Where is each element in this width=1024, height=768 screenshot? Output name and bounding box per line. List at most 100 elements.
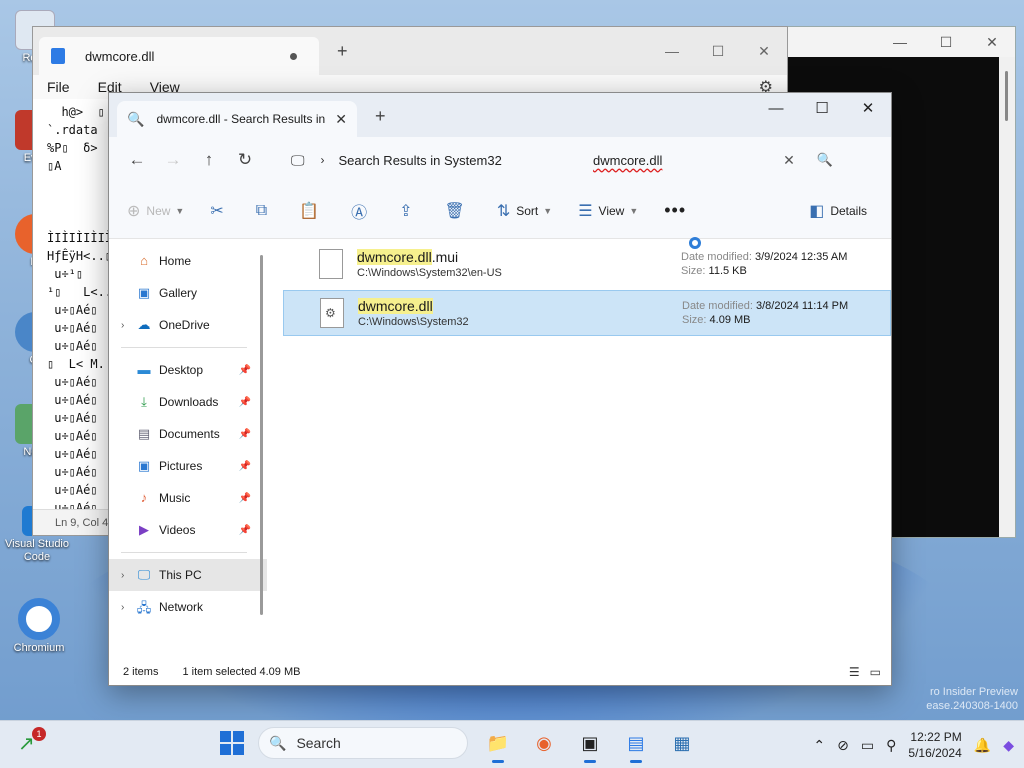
file-explorer-icon[interactable]: 📁 — [482, 727, 514, 763]
file-row-selected[interactable]: dwmcore.dll C:\Windows\System32 Date mod… — [283, 290, 891, 336]
chevron-up-icon[interactable]: ⌃ — [813, 737, 825, 754]
new-tab-icon[interactable]: + — [337, 41, 348, 62]
size-label: Size: — [682, 314, 707, 326]
maximize-icon[interactable]: ☐ — [923, 34, 969, 51]
file-list[interactable]: dwmcore.dll.mui C:\Windows\System32\en-U… — [267, 237, 891, 659]
desktop-icon-chromium[interactable]: Chromium — [4, 598, 74, 654]
clear-search-icon[interactable]: ✕ — [783, 152, 795, 169]
pin-icon[interactable]: 📌 — [239, 429, 251, 440]
pin-icon[interactable]: 📌 — [239, 493, 251, 504]
chevron-right-icon[interactable]: › — [121, 320, 135, 331]
search-highlight: dwmcore.dll — [357, 249, 432, 265]
share-button[interactable]: ⇪ — [399, 201, 418, 221]
notepad-icon[interactable]: ▤ — [620, 727, 652, 763]
scrollbar-thumb[interactable] — [1005, 71, 1008, 121]
display-icon[interactable]: ▭ — [861, 737, 874, 754]
terminal-icon[interactable]: ▣ — [574, 727, 606, 763]
copy-icon: ⧉ — [255, 201, 268, 219]
copilot-icon[interactable]: ◆ — [1003, 737, 1014, 754]
details-pane-button[interactable]: ◧ Details — [809, 201, 867, 221]
nav-item-documents[interactable]: ▤ Documents 📌 — [109, 418, 267, 450]
paste-button[interactable]: 📋 — [299, 201, 325, 221]
sort-button[interactable]: ⇅ Sort ▼ — [497, 201, 552, 221]
file-name: dwmcore.dll — [358, 298, 682, 314]
pin-icon[interactable]: 📌 — [239, 461, 251, 472]
pin-icon[interactable]: 📌 — [239, 397, 251, 408]
copy-button[interactable]: ⧉ — [256, 202, 273, 220]
chevron-right-icon[interactable]: › — [121, 602, 135, 613]
explorer-window[interactable]: 🔍 dwmcore.dll - Search Results in System… — [108, 92, 892, 686]
close-icon[interactable]: ✕ — [969, 34, 1015, 51]
close-tab-icon[interactable]: ✕ — [335, 111, 347, 128]
more-options-button[interactable]: ••• — [664, 200, 686, 221]
rename-button[interactable]: Ⓐ — [351, 199, 373, 223]
firefox-icon[interactable]: ◉ — [528, 727, 560, 759]
nav-item-home[interactable]: ⌂ Home — [109, 245, 267, 277]
maximize-icon[interactable]: ☐ — [799, 99, 845, 117]
minimize-icon[interactable]: — — [877, 34, 923, 50]
share-icon: ⇪ — [399, 202, 413, 220]
bell-icon[interactable]: 🔔 — [974, 737, 991, 754]
file-size: 4.09 MB — [709, 314, 751, 326]
minimize-icon[interactable]: — — [753, 100, 799, 117]
chevron-right-icon[interactable]: › — [321, 153, 325, 167]
explorer-tab[interactable]: 🔍 dwmcore.dll - Search Results in System… — [117, 101, 357, 137]
pin-icon[interactable]: 📌 — [239, 365, 251, 376]
unsaved-dot-icon[interactable] — [290, 52, 297, 60]
back-arrow-icon[interactable]: ← — [119, 150, 155, 170]
pin-icon[interactable]: 📌 — [239, 525, 251, 536]
app-icon[interactable]: ▦ — [666, 727, 698, 759]
system-tray: ⌃ ⊘ ▭ ⚲ 12:22 PM 5/16/2024 🔔 ◆ — [813, 721, 1024, 768]
taskbar-search[interactable]: 🔍 Search — [258, 727, 468, 759]
desktop-icon-label: Visual Studio Code — [4, 538, 69, 563]
file-names: dwmcore.dll C:\Windows\System32 — [358, 298, 682, 328]
new-tab-icon[interactable]: + — [375, 106, 386, 127]
search-icon[interactable]: 🔍 — [817, 152, 833, 168]
forward-arrow-icon[interactable]: → — [155, 150, 191, 170]
chevron-right-icon[interactable]: › — [121, 570, 135, 581]
nav-item-onedrive[interactable]: › ☁ OneDrive — [109, 309, 267, 341]
up-arrow-icon[interactable]: ↑ — [191, 150, 227, 170]
terminal-scrollbar[interactable] — [999, 57, 1015, 537]
nav-item-desktop[interactable]: ▬ Desktop 📌 — [109, 354, 267, 386]
file-name-rest: .mui — [431, 249, 459, 265]
clock[interactable]: 12:22 PM 5/16/2024 — [908, 729, 961, 761]
address-bar[interactable]: 🖵 › Search Results in System32 — [283, 144, 573, 176]
nav-item-this-pc[interactable]: › 🖵 This PC — [109, 559, 267, 591]
close-icon[interactable]: ✕ — [741, 43, 787, 60]
close-icon[interactable]: ✕ — [845, 99, 891, 117]
nav-label: Documents — [159, 427, 220, 441]
notepad-tab[interactable]: dwmcore.dll — [39, 37, 319, 75]
chevron-down-icon: ▼ — [629, 205, 639, 216]
notification-badge: 1 — [32, 727, 46, 741]
nav-item-gallery[interactable]: ▣ Gallery — [109, 277, 267, 309]
file-row[interactable]: dwmcore.dll.mui C:\Windows\System32\en-U… — [283, 241, 891, 287]
nav-item-network[interactable]: › 🖧 Network — [109, 591, 267, 623]
details-view-icon[interactable]: ☰ — [849, 665, 860, 679]
cut-button[interactable]: ✂ — [210, 201, 229, 221]
refresh-icon[interactable]: ↻ — [227, 150, 263, 170]
nav-item-music[interactable]: ♪ Music 📌 — [109, 482, 267, 514]
minimize-icon[interactable]: — — [649, 43, 695, 60]
date-label: Date modified: — [681, 251, 752, 263]
accessibility-icon[interactable]: ⚲ — [886, 737, 896, 754]
search-input[interactable]: dwmcore.dll ✕ 🔍 — [583, 144, 843, 176]
computer-icon: 🖵 — [137, 567, 151, 582]
nav-item-pictures[interactable]: ▣ Pictures 📌 — [109, 450, 267, 482]
new-button[interactable]: ⊕ New ▼ — [127, 201, 184, 221]
nav-item-videos[interactable]: ▶ Videos 📌 — [109, 514, 267, 546]
maximize-icon[interactable]: ☐ — [695, 43, 741, 60]
nav-item-downloads[interactable]: ⤓ Downloads 📌 — [109, 386, 267, 418]
nav-scrollbar[interactable] — [260, 255, 263, 615]
date-modified: 3/8/2024 11:14 PM — [756, 300, 849, 312]
insider-watermark-line1: ro Insider Preview — [929, 686, 1018, 698]
file-path: C:\Windows\System32\en-US — [357, 267, 502, 279]
view-button[interactable]: ☰ View ▼ — [578, 201, 638, 221]
network-off-icon[interactable]: ⊘ — [837, 737, 849, 754]
pictures-icon: ▣ — [137, 458, 151, 473]
start-button[interactable] — [220, 731, 244, 755]
tiles-view-icon[interactable]: ▭ — [870, 665, 881, 679]
menu-file[interactable]: File — [47, 79, 70, 95]
file-icon — [319, 249, 343, 279]
delete-button[interactable]: 🗑 — [445, 201, 471, 221]
